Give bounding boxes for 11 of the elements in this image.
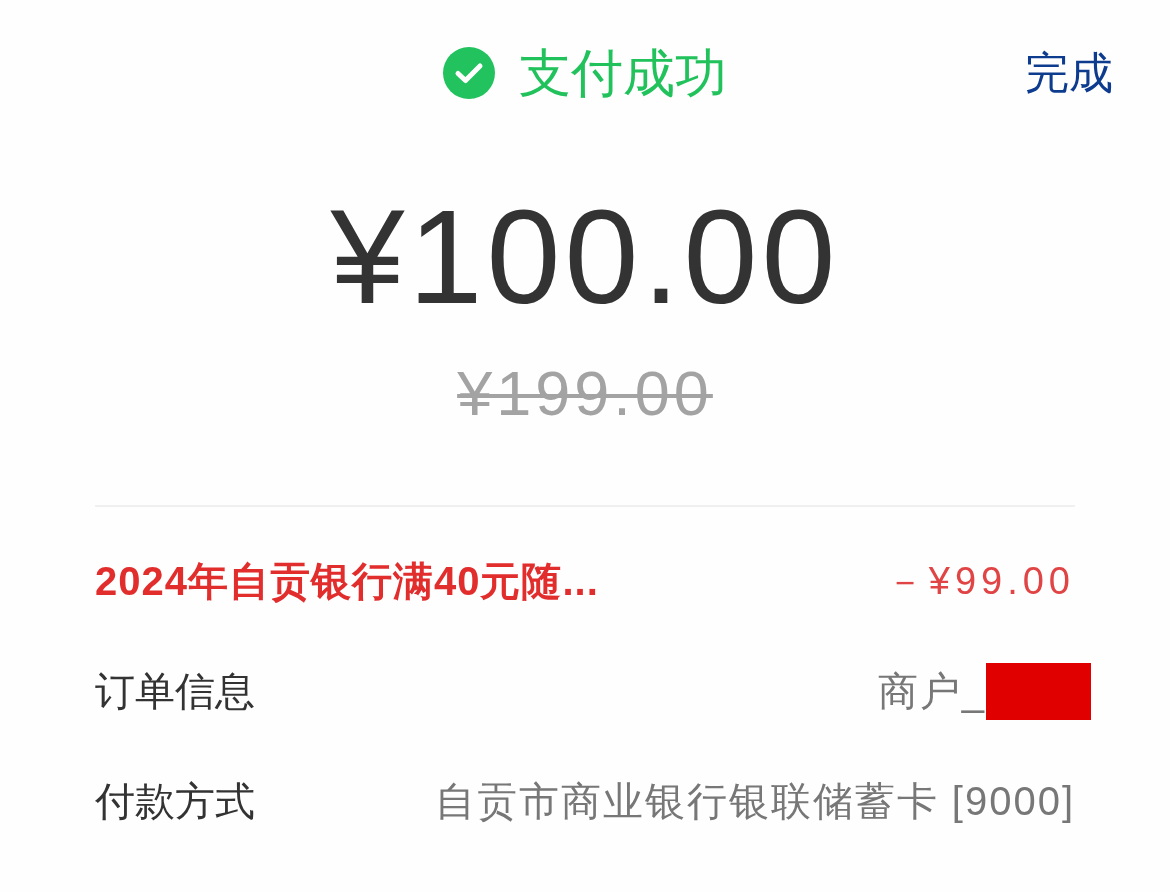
original-price: ¥199.00 [457,362,713,425]
detail-label: 订单信息 [95,671,255,711]
paid-amount: ¥100.00 [330,191,840,324]
detail-label: 付款方式 [95,781,255,821]
detail-value: 自贡市商业银行银联储蓄卡 [9000] [434,781,1075,821]
discount-amount: －¥99.00 [885,562,1075,600]
done-button[interactable]: 完成 [1025,51,1113,95]
payment-status-title: 支付成功 [519,47,727,99]
check-circle-icon [443,47,495,99]
detail-value: 商户_ [877,671,986,711]
discount-name: 2024年自贡银行满40元随... [95,561,599,601]
